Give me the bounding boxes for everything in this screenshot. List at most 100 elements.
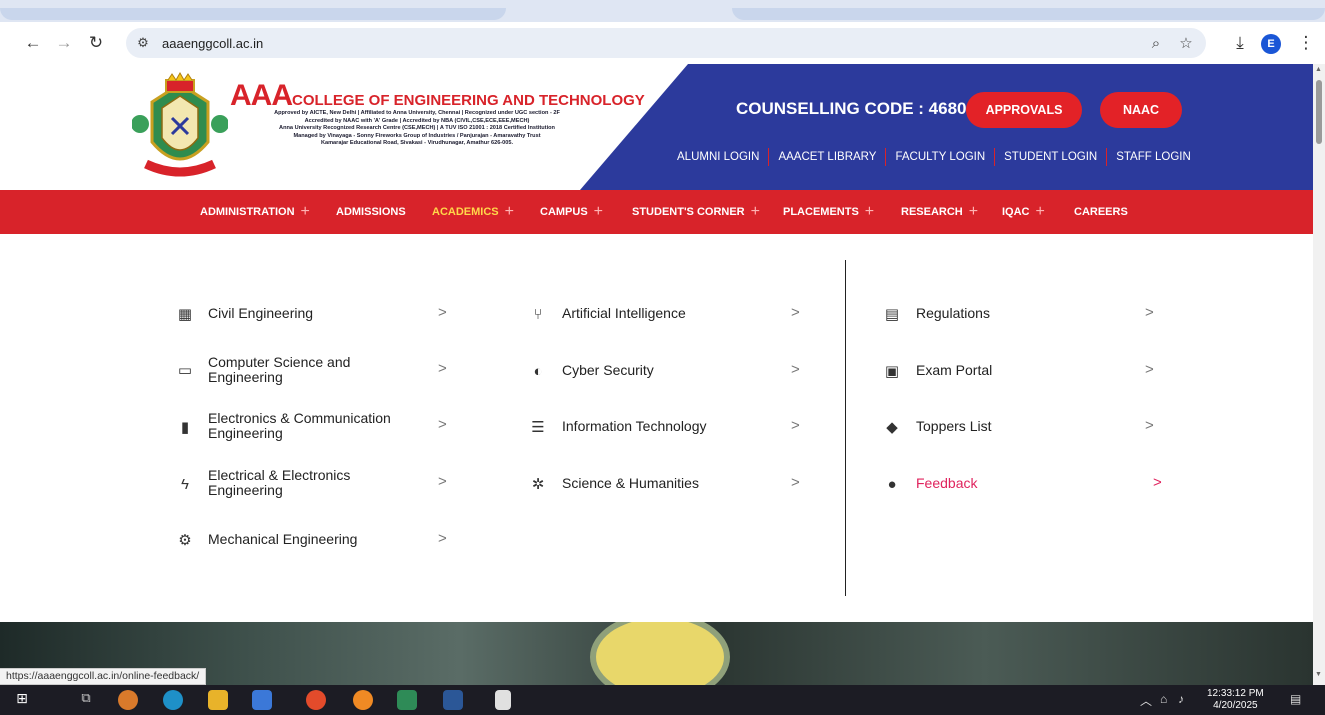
comment-icon: ● <box>887 475 897 493</box>
chevron-right-icon[interactable]: > <box>438 416 447 433</box>
speaker-icon[interactable]: ♪ <box>1178 692 1184 706</box>
login-links: ALUMNI LOGIN AAACET LIBRARY FACULTY LOGI… <box>668 147 1200 167</box>
menu-item-toppers-list[interactable]: Toppers List <box>916 419 991 434</box>
chevron-right-icon[interactable]: > <box>1145 304 1154 321</box>
copilot-icon[interactable] <box>118 690 138 710</box>
nav-item-placements[interactable]: PLACEMENTS + <box>783 190 874 234</box>
nav-item-research[interactable]: RESEARCH + <box>901 190 978 234</box>
library-link[interactable]: AAACET LIBRARY <box>769 147 885 167</box>
college-title: AAACOLLEGE OF ENGINEERING AND TECHNOLOGY <box>230 79 645 113</box>
nav-label: ADMISSIONS <box>336 206 406 218</box>
status-bar-url: https://aaaenggcoll.ac.in/online-feedbac… <box>0 668 207 685</box>
firefox-icon[interactable] <box>353 690 373 710</box>
menu-item-exam-portal[interactable]: Exam Portal <box>916 363 992 378</box>
url-text[interactable]: aaaenggcoll.ac.in <box>162 36 263 51</box>
windows-start-icon[interactable]: ⊞ <box>12 690 32 710</box>
browser-toolbar: ← → ↻ ⚙ aaaenggcoll.ac.in ⌕ ☆ ⤓ E ⋮ <box>0 22 1325 64</box>
document-icon[interactable] <box>495 690 511 710</box>
menu-icon[interactable]: ⋮ <box>1294 31 1318 55</box>
edge-icon[interactable] <box>163 690 183 710</box>
nav-label: PLACEMENTS <box>783 206 859 218</box>
browser-tab[interactable] <box>732 8 1325 20</box>
chevron-right-icon[interactable]: > <box>438 360 447 377</box>
clock[interactable]: 12:33:12 PM 4/20/2025 <box>1207 688 1264 712</box>
chevron-right-icon[interactable]: > <box>791 474 800 491</box>
chevron-right-icon[interactable]: > <box>791 304 800 321</box>
menu-item-cyber-security[interactable]: Cyber Security <box>562 363 654 378</box>
plus-icon: + <box>864 203 875 220</box>
menu-item-eee[interactable]: Electrical & Electronics Engineering <box>208 468 378 498</box>
excel-icon[interactable] <box>397 690 417 710</box>
menu-item-feedback[interactable]: Feedback <box>916 476 977 491</box>
approvals-button[interactable]: APPROVALS <box>966 92 1082 128</box>
plus-icon: + <box>300 203 310 220</box>
chevron-right-icon[interactable]: > <box>438 473 447 490</box>
chevron-up-icon[interactable]: ︿ <box>1140 692 1152 709</box>
store-icon[interactable] <box>252 690 272 710</box>
forward-icon[interactable]: → <box>52 31 76 55</box>
nav-item-administration[interactable]: ADMINISTRATION + <box>200 190 310 234</box>
notifications-icon[interactable]: ▤ <box>1290 692 1301 706</box>
site-info-icon[interactable]: ⚙ <box>130 30 156 56</box>
faculty-login-link[interactable]: FACULTY LOGIN <box>886 147 994 167</box>
scroll-down-icon[interactable]: ▼ <box>1315 671 1322 678</box>
task-view-icon[interactable]: ⧉ <box>76 690 96 710</box>
chevron-right-icon[interactable]: > <box>1145 361 1154 378</box>
word-icon[interactable] <box>443 690 463 710</box>
plus-icon: + <box>968 203 979 220</box>
menu-item-regulations[interactable]: Regulations <box>916 306 990 321</box>
plus-icon: + <box>750 203 760 220</box>
reload-icon[interactable]: ↻ <box>84 31 108 55</box>
download-icon[interactable]: ⤓ <box>1228 31 1252 55</box>
nav-item-academics[interactable]: ACADEMICS + <box>432 190 514 234</box>
main-nav: ADMINISTRATION + ADMISSIONS ACADEMICS + CA… <box>0 190 1313 234</box>
nav-item-careers[interactable]: CAREERS <box>1074 190 1128 234</box>
browser-tab[interactable] <box>0 8 506 20</box>
chevron-right-icon[interactable]: > <box>438 530 447 547</box>
scroll-up-icon[interactable]: ▲ <box>1315 66 1322 73</box>
network-icon[interactable]: ⌂ <box>1160 692 1167 706</box>
chrome-icon[interactable] <box>306 690 326 710</box>
date-text: 4/20/2025 <box>1213 700 1258 711</box>
chevron-right-icon[interactable]: > <box>1145 417 1154 434</box>
college-logo[interactable] <box>132 72 228 184</box>
file-explorer-icon[interactable] <box>208 690 228 710</box>
chevron-right-icon[interactable]: > <box>791 417 800 434</box>
college-name-big: AAA <box>230 79 293 112</box>
naac-button[interactable]: NAAC <box>1100 92 1182 128</box>
clipboard-check-icon: ▣ <box>884 363 900 380</box>
page-scrollbar[interactable]: ▲ ▼ <box>1313 64 1325 685</box>
nav-label: STUDENT'S CORNER <box>632 206 745 218</box>
nav-item-iqac[interactable]: IQAC + <box>1002 190 1045 234</box>
bookmark-star-icon[interactable]: ☆ <box>1174 31 1198 55</box>
plus-icon: + <box>1035 203 1045 220</box>
building-icon: ▦ <box>177 306 193 323</box>
menu-item-mechanical[interactable]: Mechanical Engineering <box>208 532 357 547</box>
database-icon: ☰ <box>531 419 545 436</box>
subtitle-line: Accredited by NAAC with 'A' Grade | Accr… <box>304 117 530 124</box>
menu-item-science-humanities[interactable]: Science & Humanities <box>562 476 699 491</box>
menu-item-ai[interactable]: Artificial Intelligence <box>562 306 686 321</box>
student-login-link[interactable]: STUDENT LOGIN <box>995 147 1106 167</box>
profile-avatar[interactable]: E <box>1261 34 1281 54</box>
menu-item-cse[interactable]: Computer Science and Engineering <box>208 355 378 385</box>
nav-item-admissions[interactable]: ADMISSIONS <box>336 190 406 234</box>
address-bar[interactable]: ⚙ aaaenggcoll.ac.in ⌕ ☆ <box>126 28 1206 58</box>
chevron-right-icon[interactable]: > <box>438 304 447 321</box>
bolt-icon: ϟ <box>181 475 189 493</box>
nav-item-students-corner[interactable]: STUDENT'S CORNER + <box>632 190 760 234</box>
academics-mega-menu: ▦ Civil Engineering > ▭ Computer Science… <box>0 234 1313 622</box>
menu-item-ece[interactable]: Electronics & Communication Engineering <box>208 411 418 441</box>
menu-item-it[interactable]: Information Technology <box>562 419 707 434</box>
chevron-right-icon[interactable]: > <box>791 361 800 378</box>
plus-icon: + <box>504 203 514 220</box>
nav-label: ACADEMICS <box>432 206 499 218</box>
scroll-thumb[interactable] <box>1316 80 1322 144</box>
chevron-right-icon[interactable]: > <box>1153 474 1162 491</box>
staff-login-link[interactable]: STAFF LOGIN <box>1107 147 1200 167</box>
nav-item-campus[interactable]: CAMPUS + <box>540 190 603 234</box>
menu-item-civil[interactable]: Civil Engineering <box>208 306 313 321</box>
back-icon[interactable]: ← <box>21 31 45 55</box>
zoom-icon[interactable]: ⌕ <box>1144 31 1168 55</box>
alumni-login-link[interactable]: ALUMNI LOGIN <box>668 147 768 167</box>
